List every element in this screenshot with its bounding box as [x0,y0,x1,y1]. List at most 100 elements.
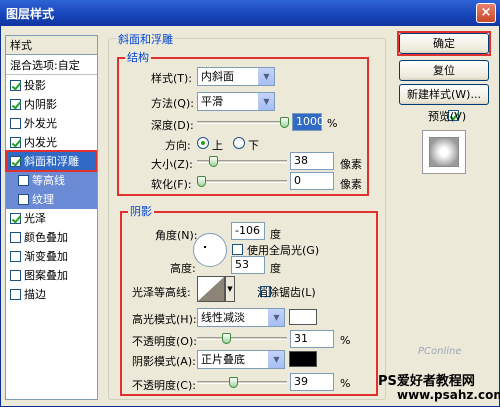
angle-unit: 度 [270,228,281,241]
contour-curve-icon [198,277,224,301]
new-style-button[interactable]: 新建样式(W)... [399,84,489,105]
checkbox-icon[interactable] [18,175,29,186]
soften-field[interactable]: 0 [290,172,334,190]
style-label: 样式(T): [151,72,193,85]
checkbox-icon[interactable] [10,80,21,91]
checkbox-icon[interactable] [10,118,21,129]
checkbox-icon[interactable] [10,213,21,224]
highlight-mode-label: 高光模式(H): [132,313,197,326]
highlight-opacity-field[interactable]: 31 [290,330,334,348]
gloss-contour-picker[interactable] [197,276,225,302]
soften-slider-thumb[interactable] [197,176,206,187]
angle-field[interactable]: -106 [231,222,265,240]
style-dropdown-value: 内斜面 [201,70,234,83]
checkbox-icon[interactable] [10,251,21,262]
soften-slider[interactable] [197,180,287,183]
shadow-mode-dropdown[interactable]: 正片叠底 ▼ [197,350,285,369]
structure-title: 结构 [125,49,151,65]
styles-header[interactable]: 样式 [6,36,97,55]
checkbox-icon[interactable] [10,289,21,300]
chevron-down-icon[interactable]: ▼ [258,93,274,110]
shading-title: 阴影 [128,203,154,219]
depth-slider-thumb[interactable] [280,117,289,128]
title-bar: 图层样式 × [0,0,500,26]
depth-slider[interactable] [197,121,289,124]
blend-options-item[interactable]: 混合选项:自定 [6,56,97,75]
chevron-down-icon[interactable]: ▼ [268,309,284,326]
style-item-label: 纹理 [32,193,54,206]
style-item-label: 内阴影 [24,98,57,111]
style-item-outer-glow[interactable]: 外发光 [6,114,97,133]
style-item-label: 光泽 [24,212,46,225]
bevel-emboss-title: 斜面和浮雕 [116,31,175,47]
depth-label: 深度(D): [151,119,194,132]
method-dropdown[interactable]: 平滑 ▼ [197,92,275,111]
preview-swatch-image [429,137,459,167]
method-dropdown-value: 平滑 [201,95,223,108]
style-item-label: 等高线 [32,174,65,187]
direction-down-radio[interactable] [233,137,245,149]
style-item-drop-shadow[interactable]: 投影 [6,76,97,95]
shadow-opacity-thumb[interactable] [228,377,238,388]
shadow-mode-value: 正片叠底 [201,353,245,366]
direction-down-label: 下 [248,139,259,152]
styles-list: 样式 混合选项:自定 投影 内阴影 外发光 内发光 斜面和浮雕 等高线 纹理 光… [5,35,98,400]
method-label: 方法(Q): [151,97,194,110]
shadow-opacity-slider[interactable] [197,381,287,384]
global-light-checkbox[interactable] [232,244,243,255]
contour-chevron-icon[interactable]: ▼ [225,276,235,302]
shadow-opacity-unit: % [340,377,351,390]
size-unit: 像素 [340,158,362,171]
style-item-satin[interactable]: 光泽 [6,209,97,228]
style-item-color-overlay[interactable]: 颜色叠加 [6,228,97,247]
checkbox-icon[interactable] [10,270,21,281]
pconline-logo: PConline [418,346,462,357]
size-field[interactable]: 38 [290,152,334,170]
style-item-contour[interactable]: 等高线 [6,171,97,190]
direction-up-label: 上 [212,139,223,152]
angle-label: 角度(N): [155,229,198,242]
site-name-watermark: PS爱好者教程网 [378,374,475,389]
highlight-frame-bevel-item [5,150,97,172]
angle-dial-dot-icon [204,246,206,248]
altitude-label: 高度: [170,262,196,275]
style-item-texture[interactable]: 纹理 [6,190,97,209]
reset-button[interactable]: 复位 [399,60,489,81]
shadow-color-swatch[interactable] [289,351,317,367]
style-item-pattern-overlay[interactable]: 图案叠加 [6,266,97,285]
chevron-down-icon[interactable]: ▼ [258,68,274,85]
highlight-mode-dropdown[interactable]: 线性减淡 ▼ [197,308,285,327]
direction-up-radio[interactable] [197,137,209,149]
depth-unit: % [327,117,338,130]
highlight-color-swatch[interactable] [289,309,317,325]
shadow-opacity-label: 不透明度(C): [132,379,196,392]
close-button[interactable]: × [476,3,496,23]
angle-dial[interactable] [193,233,227,267]
highlight-opacity-unit: % [340,334,351,347]
soften-label: 软化(F): [151,178,192,191]
chevron-down-icon[interactable]: ▼ [268,351,284,368]
checkbox-icon[interactable] [10,232,21,243]
size-slider-thumb[interactable] [209,156,219,167]
gloss-contour-label: 光泽等高线: [132,286,191,299]
preview-label: 预览(V) [428,110,467,123]
style-item-stroke[interactable]: 描边 [6,285,97,304]
style-item-gradient-overlay[interactable]: 渐变叠加 [6,247,97,266]
checkbox-icon[interactable] [18,194,29,205]
style-item-label: 投影 [24,79,46,92]
style-item-label: 图案叠加 [24,269,68,282]
altitude-field[interactable]: 53 [231,256,265,274]
checkbox-icon[interactable] [10,99,21,110]
style-dropdown[interactable]: 内斜面 ▼ [197,67,275,86]
checkbox-icon[interactable] [10,137,21,148]
highlight-opacity-thumb[interactable] [222,333,232,344]
highlight-frame-ok [397,31,491,56]
highlight-mode-value: 线性减淡 [201,311,245,324]
style-item-inner-shadow[interactable]: 内阴影 [6,95,97,114]
soften-unit: 像素 [340,178,362,191]
window-title: 图层样式 [6,7,55,21]
highlight-opacity-slider[interactable] [197,337,287,340]
depth-field[interactable]: 1000 [292,113,324,131]
style-item-label: 描边 [24,288,46,301]
shadow-opacity-field[interactable]: 39 [290,373,334,391]
